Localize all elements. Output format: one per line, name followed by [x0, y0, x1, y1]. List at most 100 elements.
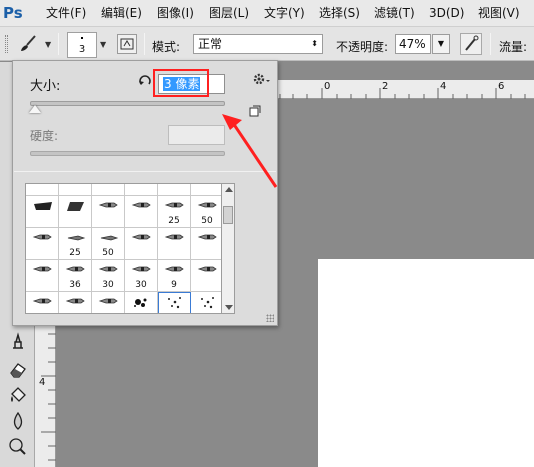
brush-list-scrollbar[interactable]	[221, 183, 235, 314]
menu-view[interactable]: 视图(V)	[478, 6, 520, 21]
menu-layer[interactable]: 图层(L)	[209, 6, 249, 21]
brush-preset-size: 30	[135, 280, 147, 290]
brush-marker-icon	[164, 234, 184, 240]
brush-preset-item[interactable]: 30	[125, 260, 158, 292]
brush-preset-item[interactable]	[191, 292, 224, 313]
brush-preset-item[interactable]	[92, 183, 125, 196]
menu-type[interactable]: 文字(Y)	[264, 6, 305, 21]
brush-preset-item[interactable]: 30	[92, 260, 125, 292]
opacity-field[interactable]: 47%	[395, 34, 431, 54]
brush-pen-icon	[67, 235, 86, 241]
brush-preset-size: 50	[201, 216, 213, 226]
separator	[58, 33, 59, 55]
menu-file[interactable]: 文件(F)	[46, 6, 86, 21]
brush-preset-item[interactable]	[191, 260, 224, 292]
dodge-tool-icon[interactable]	[6, 436, 30, 458]
brush-preset-item[interactable]	[92, 292, 125, 313]
ruler-label: 0	[324, 81, 331, 92]
brush-preset-item[interactable]	[92, 196, 125, 228]
brush-preset-item[interactable]	[125, 196, 158, 228]
brush-preset-list: 25 50 25 50 36 30 30 9	[25, 183, 233, 314]
opacity-dropdown-button[interactable]: ▼	[432, 34, 450, 54]
pressure-opacity-button[interactable]	[460, 33, 482, 55]
brush-preset-item[interactable]: 50	[191, 196, 224, 228]
brush-preset-item[interactable]	[59, 292, 92, 313]
brush-preset-picker[interactable]: 3	[67, 32, 97, 58]
scroll-up-icon[interactable]	[225, 187, 233, 192]
brush-marker-icon	[65, 298, 85, 304]
brush-preset-item[interactable]	[158, 183, 191, 196]
options-bar: ▼ 3 ▼ 模式: 正常 ⬍ 不透明度: 47% ▼ 流量:	[0, 27, 534, 61]
brush-preset-item[interactable]	[26, 228, 59, 260]
brush-preset-item[interactable]: 25	[59, 228, 92, 260]
brush-preset-size: 9	[171, 280, 177, 290]
brush-preset-item[interactable]: 25	[158, 196, 191, 228]
menu-3d[interactable]: 3D(D)	[429, 6, 464, 21]
new-preset-icon[interactable]	[249, 105, 261, 117]
ruler-label: 2	[382, 81, 389, 92]
blend-mode-value: 正常	[198, 37, 223, 51]
blur-tool-icon[interactable]	[6, 410, 30, 432]
brush-preset-item[interactable]	[158, 228, 191, 260]
brush-preset-size: 25	[69, 248, 81, 258]
eraser-icon[interactable]	[6, 358, 30, 380]
brush-preset-item[interactable]	[26, 292, 59, 313]
clone-stamp-icon[interactable]	[6, 330, 30, 352]
highlight-box	[153, 69, 209, 97]
brush-preset-item[interactable]	[125, 184, 158, 196]
brush-icon[interactable]	[15, 33, 41, 55]
brush-marker-icon	[98, 298, 118, 304]
brush-pen-icon	[100, 235, 119, 241]
brush-scatter-icon	[168, 297, 181, 309]
size-slider-thumb[interactable]	[29, 105, 41, 113]
menu-filter[interactable]: 滤镜(T)	[374, 6, 415, 21]
paint-bucket-icon[interactable]	[6, 384, 30, 406]
brush-preset-item[interactable]	[26, 260, 59, 292]
scroll-thumb[interactable]	[223, 206, 233, 224]
brush-soft-round-icon	[31, 183, 55, 184]
separator	[490, 33, 491, 55]
resize-grip[interactable]	[266, 314, 274, 322]
options-bar-grip[interactable]	[5, 35, 8, 53]
brush-panel-toggle-button[interactable]	[117, 34, 137, 54]
brush-preset-item[interactable]	[26, 196, 59, 228]
size-slider-track[interactable]	[30, 101, 225, 106]
brush-marker-icon	[164, 266, 184, 272]
updown-arrow-icon: ⬍	[311, 39, 318, 48]
scroll-down-icon[interactable]	[225, 305, 233, 310]
brush-splatter-icon	[134, 298, 147, 307]
brush-preset-item[interactable]	[26, 183, 59, 196]
brush-preset-item[interactable]: 9	[158, 260, 191, 292]
reset-size-icon[interactable]	[137, 73, 153, 89]
brush-marker-icon	[197, 266, 217, 272]
brush-preset-size: 50	[102, 248, 114, 258]
brush-marker-icon	[131, 266, 151, 272]
brush-pencil-icon	[97, 183, 121, 184]
brush-flat-angled-icon	[67, 202, 84, 211]
brush-picker-chevron-icon[interactable]: ▼	[100, 40, 106, 49]
blend-mode-select[interactable]: 正常 ⬍	[193, 34, 323, 54]
brush-scatter-icon	[201, 297, 214, 309]
menu-image[interactable]: 图像(I)	[157, 6, 194, 21]
brush-soft-airbrush-icon	[163, 183, 187, 184]
brush-preset-item[interactable]	[191, 184, 224, 196]
brush-preset-item[interactable]	[191, 228, 224, 260]
ruler-label: 4	[440, 81, 447, 92]
brush-preset-item[interactable]: 50	[92, 228, 125, 260]
brush-preset-item[interactable]	[59, 196, 92, 228]
document-canvas[interactable]	[318, 259, 534, 467]
brush-tip-dot	[81, 37, 83, 39]
brush-preset-item[interactable]: 36	[59, 260, 92, 292]
brush-preset-item[interactable]	[125, 228, 158, 260]
menu-edit[interactable]: 编辑(E)	[101, 6, 142, 21]
app-logo: Ps	[3, 4, 23, 22]
brush-preset-item[interactable]	[158, 292, 191, 313]
brush-marker-icon	[131, 202, 151, 208]
menu-select[interactable]: 选择(S)	[319, 6, 360, 21]
tool-preset-chevron-icon[interactable]: ▼	[45, 40, 51, 49]
brush-preset-item[interactable]	[59, 184, 92, 196]
brush-preset-size: 36	[69, 280, 81, 290]
separator	[144, 33, 145, 55]
brush-preset-item[interactable]	[125, 292, 158, 313]
gear-icon[interactable]	[251, 71, 271, 87]
